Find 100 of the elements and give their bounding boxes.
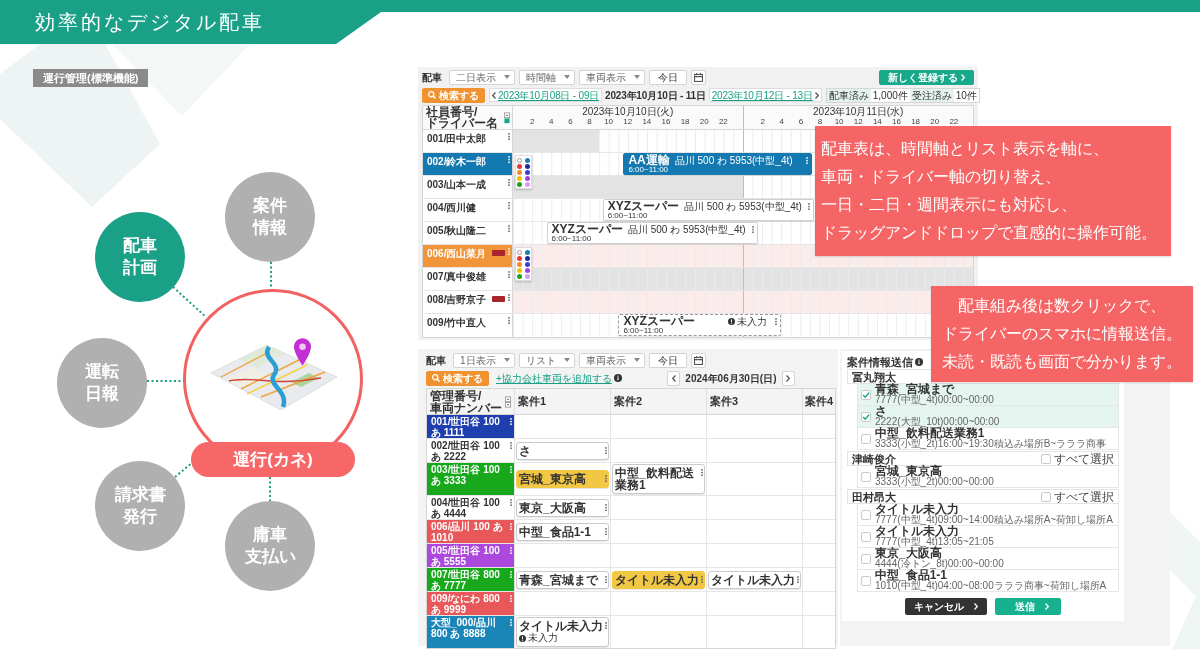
- previous-day-button[interactable]: [667, 370, 681, 386]
- driver-name[interactable]: 005/秋山隆二: [427, 225, 487, 236]
- color-swatch-icon[interactable]: [525, 255, 530, 261]
- info-icon: [915, 357, 923, 366]
- kebab-menu-icon[interactable]: [808, 202, 811, 210]
- hour-label: 8: [817, 118, 823, 126]
- color-swatch-icon[interactable]: [525, 169, 530, 175]
- callout-text: 配車表は、時間軸とリスト表示を軸に、 車両・ドライバー軸の切り替え、 一日・二日・週間表示にも対応し、 ドラッグアンドドロップで直感的に操作可能。: [821, 139, 1157, 243]
- driver-name[interactable]: 004/西川健: [427, 202, 477, 213]
- previous-dates-link[interactable]: 2023年10月08日 - 09日: [489, 88, 603, 102]
- view-dropdown[interactable]: 1日表示: [453, 352, 515, 368]
- today-button[interactable]: 今日: [648, 352, 687, 368]
- kebab-menu-icon[interactable]: [752, 225, 755, 233]
- view-dropdown[interactable]: 二日表示: [449, 69, 515, 85]
- color-swatch-icon[interactable]: [517, 175, 522, 181]
- checkbox[interactable]: [861, 575, 871, 586]
- color-swatch-icon[interactable]: [525, 261, 530, 267]
- color-swatch-icon[interactable]: [525, 273, 530, 279]
- driver-name[interactable]: 001/田中太郎: [427, 133, 487, 144]
- cancel-button[interactable]: キャンセル: [905, 598, 987, 615]
- select-all-checkbox[interactable]: [1041, 491, 1051, 502]
- chevron-right-icon: [974, 603, 978, 610]
- vehicle-name[interactable]: 009/なにわ 800 あ 9999: [431, 593, 508, 615]
- vehicle-name[interactable]: 001/世田谷 100 あ 1111: [431, 416, 508, 438]
- select-all-checkbox[interactable]: [1041, 453, 1051, 464]
- calendar-button[interactable]: [690, 352, 706, 368]
- job-detail: 3333(小型_2t)16:00~19:30積込み場所B~ラララ商事: [875, 439, 1107, 449]
- view-dropdown[interactable]: 車両表示: [578, 352, 645, 368]
- time-text: 6:00~11:00: [628, 166, 669, 174]
- vehicle-name[interactable]: 002/世田谷 100 あ 2222: [431, 440, 508, 462]
- vehicle-name[interactable]: 006/品川 100 あ 1010: [431, 521, 508, 543]
- vehicle-name[interactable]: 005/世田谷 100 あ 5555: [431, 545, 508, 567]
- job-title: 中型_飲料配送業務1: [875, 428, 985, 439]
- driver-name[interactable]: 008/吉野京子: [427, 294, 487, 305]
- time-text: 6:00~11:00: [551, 235, 592, 243]
- sort-icon[interactable]: [505, 395, 511, 408]
- alert-icon: [519, 634, 526, 642]
- view-dropdown[interactable]: 車両表示: [579, 69, 645, 85]
- current-date-range: 2023年10月10日 - 11日: [605, 89, 706, 101]
- sort-icon[interactable]: [504, 111, 510, 124]
- page-title: 効率的なデジタル配車: [35, 10, 265, 34]
- kebab-menu-icon[interactable]: [775, 317, 778, 325]
- hour-label: 2: [529, 118, 535, 126]
- vehicle-name[interactable]: 004/世田谷 100 あ 4444: [431, 497, 508, 519]
- job-title: 宮城_東京高: [875, 466, 942, 477]
- checkbox[interactable]: [861, 389, 871, 400]
- calendar-button[interactable]: [691, 69, 706, 85]
- hour-label: 18: [911, 118, 921, 126]
- checkbox[interactable]: [861, 531, 871, 542]
- alert-icon: [728, 317, 736, 325]
- card-title: タイトル未入力: [711, 573, 795, 586]
- checkbox[interactable]: [861, 411, 871, 422]
- job-detail: 1010(中型_4t)04:00~08:00ラララ商事~荷卸し場所A: [875, 581, 1107, 591]
- search-icon: [432, 374, 440, 382]
- chevron-right-icon: [814, 91, 819, 99]
- driver-name[interactable]: 007/真中俊雄: [427, 271, 487, 282]
- view-dropdown[interactable]: リスト: [518, 352, 575, 368]
- hour-label: 10: [834, 118, 844, 126]
- dotted-connector: [172, 286, 207, 318]
- color-swatch-icon[interactable]: [525, 181, 530, 187]
- card-title: 宮城_東京高: [519, 473, 586, 485]
- vehicle-name[interactable]: 大型_000/品川 800 あ 8888: [431, 617, 508, 639]
- color-swatch-icon[interactable]: [525, 163, 530, 169]
- color-swatch-icon[interactable]: [525, 267, 530, 273]
- column-header: 管理番号/車両ナンバー: [430, 389, 503, 414]
- color-swatch-icon[interactable]: [517, 255, 522, 261]
- color-swatch-icon[interactable]: [517, 181, 522, 187]
- next-dates-link[interactable]: 2023年10月12日 - 13日: [708, 88, 822, 102]
- checkbox[interactable]: [861, 433, 871, 444]
- next-day-button[interactable]: [781, 370, 795, 386]
- color-swatch-icon[interactable]: [525, 157, 530, 163]
- driver-name[interactable]: 002/鈴木一郎: [427, 156, 487, 167]
- status-text: 未入力: [528, 632, 558, 644]
- dialog-title: 案件情報送信: [847, 355, 913, 368]
- color-swatch-icon[interactable]: [525, 175, 530, 181]
- driver-name[interactable]: 009/竹中直人: [427, 317, 487, 328]
- color-swatch-icon[interactable]: [517, 267, 522, 273]
- card-title: 青森_宮城まで: [519, 573, 598, 586]
- color-swatch-icon[interactable]: [517, 169, 522, 175]
- chevron-right-icon: [961, 73, 965, 81]
- driver-name[interactable]: 003/山本一成: [427, 179, 487, 190]
- color-swatch-icon[interactable]: [517, 157, 522, 163]
- color-swatch-icon[interactable]: [517, 261, 522, 267]
- topic-circle: 庸車 支払い: [225, 501, 315, 591]
- checkbox[interactable]: [861, 553, 871, 564]
- color-swatch-icon[interactable]: [525, 249, 530, 255]
- today-button[interactable]: 今日: [649, 69, 687, 85]
- hour-label: 6: [568, 118, 573, 126]
- topic-circle: 請求書 発行: [95, 461, 185, 551]
- checkbox[interactable]: [861, 471, 871, 482]
- caret-icon: [564, 75, 570, 79]
- color-swatch-icon[interactable]: [517, 273, 522, 279]
- checkbox[interactable]: [861, 509, 871, 520]
- hour-label: 22: [949, 118, 959, 126]
- color-swatch-icon[interactable]: [517, 249, 522, 255]
- hour-label: 14: [642, 118, 652, 126]
- vehicle-text: 品川 500 わ 5953(中型_4t): [627, 223, 746, 235]
- view-dropdown[interactable]: 時間軸: [519, 69, 575, 85]
- color-swatch-icon[interactable]: [517, 163, 522, 169]
- driver-group-name: 冨丸翔太: [852, 370, 896, 383]
